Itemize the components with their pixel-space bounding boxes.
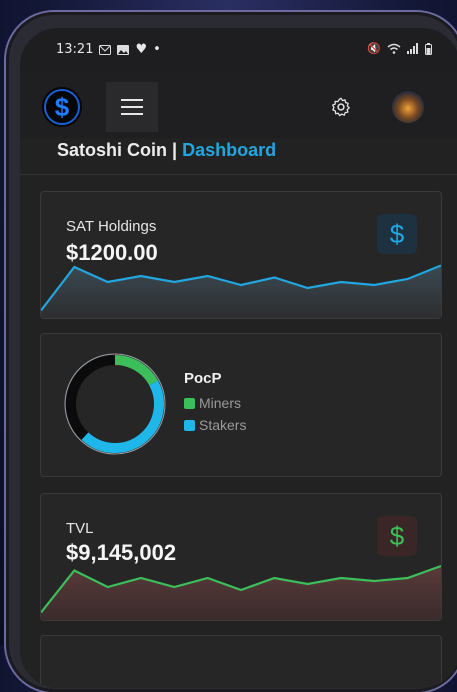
sat-holdings-label: SAT Holdings xyxy=(66,218,157,235)
battery-icon xyxy=(425,42,432,55)
legend-item-miners: Miners xyxy=(184,395,246,411)
page-title-bar: Satoshi Coin | Dashboard xyxy=(20,138,457,175)
pocp-legend: PocP Miners Stakers xyxy=(184,370,246,439)
phone-frame: 13:21 ♥ • 🔇 $ Satoshi Coin | Dashboard S… xyxy=(6,12,457,692)
tvl-label: TVL xyxy=(66,520,94,537)
image-icon xyxy=(117,44,130,55)
app-screen: 13:21 ♥ • 🔇 $ Satoshi Coin | Dashboard S… xyxy=(20,28,457,688)
section-name: Dashboard xyxy=(182,140,277,160)
status-bar: 13:21 ♥ • 🔇 xyxy=(20,28,457,72)
holdings-sparkline xyxy=(41,264,441,318)
title-separator: | xyxy=(172,140,178,160)
donut-slice-miners xyxy=(114,355,158,386)
top-navbar: $ xyxy=(20,72,457,138)
hamburger-icon xyxy=(121,99,143,115)
dot-icon: • xyxy=(153,42,161,57)
tvl-sparkline-area xyxy=(41,566,441,620)
legend-swatch-stakers xyxy=(184,419,195,431)
mail-icon xyxy=(99,44,112,55)
legend-label-miners: Miners xyxy=(199,395,242,411)
gear-icon[interactable] xyxy=(330,96,352,118)
wifi-icon xyxy=(387,43,401,54)
donut-slice-stakers xyxy=(81,380,164,453)
svg-text:$: $ xyxy=(55,92,70,122)
donut-outline xyxy=(64,353,166,455)
next-card[interactable] xyxy=(40,635,442,688)
tvl-card[interactable]: TVL $9,145,002 $ xyxy=(40,493,442,621)
dollar-icon: $ xyxy=(377,516,417,556)
legend-swatch-miners xyxy=(184,397,195,409)
pocp-title: PocP xyxy=(184,370,222,387)
pocp-donut-chart xyxy=(64,353,166,455)
page-title: Satoshi Coin | Dashboard xyxy=(57,140,276,161)
app-name: Satoshi Coin xyxy=(57,140,168,160)
dollar-icon: $ xyxy=(377,214,417,254)
tvl-sparkline xyxy=(41,564,441,620)
legend-label-stakers: Stakers xyxy=(199,417,247,433)
satoshi-logo[interactable]: $ xyxy=(42,87,82,127)
clock: 13:21 xyxy=(56,42,94,57)
pocp-card[interactable]: PocP Miners Stakers xyxy=(40,333,442,477)
sat-holdings-card[interactable]: SAT Holdings $1200.00 $ xyxy=(40,191,442,319)
holdings-sparkline-area xyxy=(41,265,441,318)
signal-icon xyxy=(407,43,418,54)
mute-icon: 🔇 xyxy=(367,42,381,55)
hamburger-menu-button[interactable] xyxy=(106,82,158,132)
heart-icon: ♥ xyxy=(135,42,148,57)
user-avatar[interactable] xyxy=(392,91,424,123)
legend-item-stakers: Stakers xyxy=(184,417,246,433)
